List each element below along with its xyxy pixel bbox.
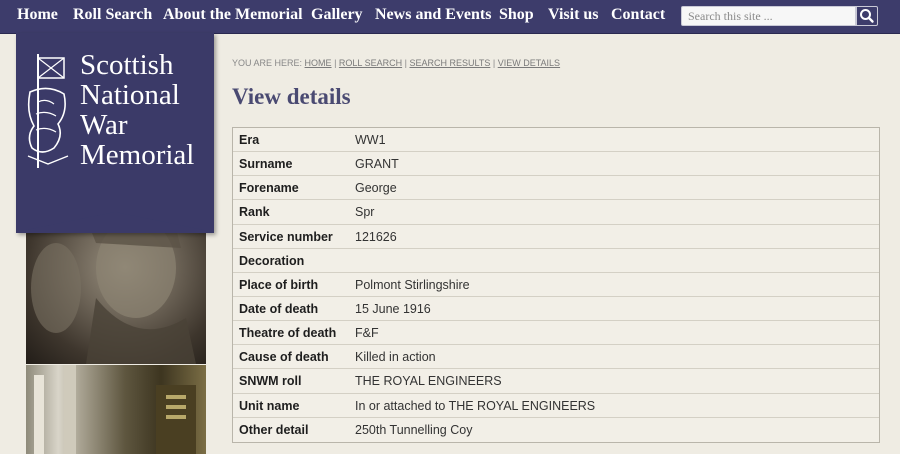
row-label: SNWM roll bbox=[239, 374, 302, 389]
details-row-service-number: Service number 121626 bbox=[233, 225, 879, 249]
memorial-interior-image bbox=[26, 365, 206, 454]
row-label: Date of death bbox=[239, 301, 319, 316]
nav-contact[interactable]: Contact bbox=[611, 6, 665, 24]
details-table: Era WW1 Surname GRANT Forename George Ra… bbox=[232, 127, 880, 443]
row-value: F&F bbox=[355, 326, 379, 341]
row-label: Other detail bbox=[239, 422, 309, 437]
row-value: Killed in action bbox=[355, 350, 436, 365]
row-label: Service number bbox=[239, 229, 333, 244]
row-label: Theatre of death bbox=[239, 326, 337, 341]
row-value: Spr bbox=[355, 205, 375, 220]
nav-about-memorial[interactable]: About the Memorial bbox=[163, 6, 303, 24]
details-row-other-detail: Other detail 250th Tunnelling Coy bbox=[233, 418, 879, 442]
row-value: In or attached to THE ROYAL ENGINEERS bbox=[355, 398, 596, 413]
nav-visit-us[interactable]: Visit us bbox=[548, 6, 599, 24]
row-label: Surname bbox=[239, 157, 293, 172]
details-row-forename: Forename George bbox=[233, 176, 879, 201]
details-row-surname: Surname GRANT bbox=[233, 152, 879, 177]
details-row-era: Era WW1 bbox=[233, 128, 879, 153]
top-nav: Home Roll Search About the Memorial Gall… bbox=[0, 0, 900, 34]
details-row-unit-name: Unit name In or attached to THE ROYAL EN… bbox=[233, 394, 879, 418]
search-button[interactable] bbox=[856, 6, 878, 26]
row-label: Era bbox=[239, 133, 260, 147]
details-row-cause-of-death: Cause of death Killed in action bbox=[233, 345, 879, 370]
details-row-decoration: Decoration bbox=[233, 249, 879, 273]
search-icon bbox=[860, 9, 874, 23]
nav-roll-search[interactable]: Roll Search bbox=[73, 6, 152, 24]
row-label: Unit name bbox=[239, 398, 300, 413]
row-label: Place of birth bbox=[239, 277, 319, 292]
details-row-snwm-roll: SNWM roll THE ROYAL ENGINEERS bbox=[233, 369, 879, 394]
breadcrumb-view-details[interactable]: VIEW DETAILS bbox=[498, 58, 560, 68]
crest-icon bbox=[27, 54, 69, 168]
breadcrumb: YOU ARE HERE: HOME | ROLL SEARCH | SEARC… bbox=[232, 58, 560, 68]
details-row-theatre-of-death: Theatre of death F&F bbox=[233, 321, 879, 346]
breadcrumb-separator: | bbox=[334, 58, 337, 68]
breadcrumb-separator: | bbox=[492, 58, 496, 68]
row-value: GRANT bbox=[355, 157, 399, 172]
row-value: George bbox=[355, 181, 397, 196]
row-value: 121626 bbox=[355, 229, 397, 244]
row-value: 15 June 1916 bbox=[355, 301, 431, 316]
nav-gallery[interactable]: Gallery bbox=[311, 6, 363, 24]
nav-home[interactable]: Home bbox=[17, 6, 58, 24]
breadcrumb-roll-search[interactable]: ROLL SEARCH bbox=[339, 58, 402, 68]
breadcrumb-prefix: YOU ARE HERE: bbox=[232, 58, 303, 68]
row-value: THE ROYAL ENGINEERS bbox=[355, 374, 502, 389]
details-row-rank: Rank Spr bbox=[233, 200, 879, 225]
row-value: 250th Tunnelling Coy bbox=[355, 422, 473, 437]
breadcrumb-separator: | bbox=[404, 58, 407, 68]
row-label: Decoration bbox=[239, 253, 305, 268]
site-logo-text: Scottish National War Memorial bbox=[80, 49, 195, 171]
page-title: View details bbox=[232, 84, 351, 109]
row-label: Forename bbox=[239, 181, 299, 196]
row-value: WW1 bbox=[355, 133, 386, 147]
row-label: Cause of death bbox=[239, 350, 329, 365]
row-label: Rank bbox=[239, 205, 270, 220]
row-value: Polmont Stirlingshire bbox=[355, 277, 470, 292]
details-row-date-of-death: Date of death 15 June 1916 bbox=[233, 297, 879, 322]
logo-banner-tail bbox=[16, 212, 214, 232]
breadcrumb-search-results[interactable]: SEARCH RESULTS bbox=[409, 58, 490, 68]
nav-news-events[interactable]: News and Events bbox=[375, 6, 491, 24]
search-input[interactable] bbox=[681, 6, 856, 26]
details-row-place-of-birth: Place of birth Polmont Stirlingshire bbox=[233, 273, 879, 297]
nav-shop[interactable]: Shop bbox=[499, 6, 534, 24]
breadcrumb-home[interactable]: HOME bbox=[305, 58, 332, 68]
